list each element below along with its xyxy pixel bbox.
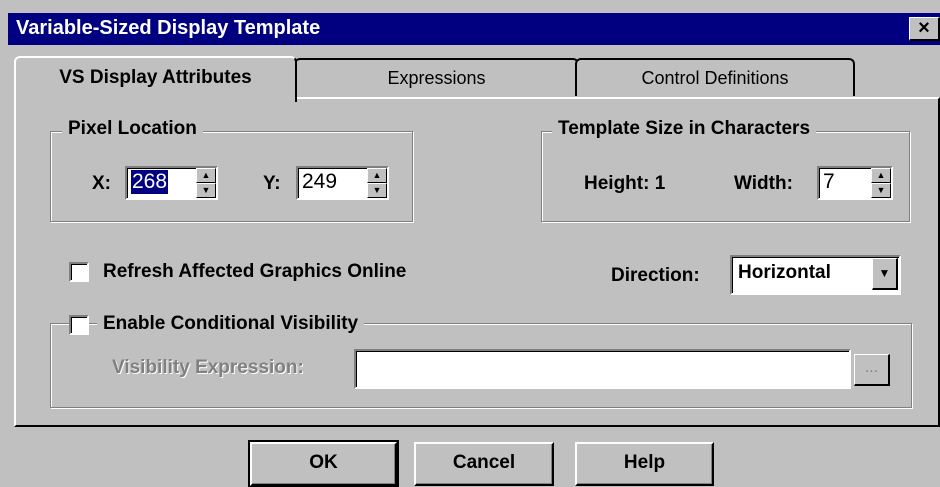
tab-vs-display-attributes[interactable]: VS Display Attributes [14, 56, 297, 102]
y-label: Y: [263, 173, 281, 194]
direction-select[interactable]: Horizontal ▼ [730, 255, 901, 295]
height-label: Height: 1 [584, 173, 666, 194]
y-value[interactable]: 249 [302, 170, 337, 194]
width-spinner[interactable]: 7 ▲ ▼ [817, 166, 893, 200]
y-up-arrow-icon[interactable]: ▲ [367, 168, 387, 183]
help-button[interactable]: Help [575, 442, 714, 486]
chevron-down-icon[interactable]: ▼ [872, 258, 898, 290]
visibility-checkbox[interactable] [69, 315, 89, 335]
visibility-checkbox-label[interactable]: Enable Conditional Visibility [97, 313, 365, 335]
direction-value[interactable]: Horizontal [738, 262, 831, 284]
width-down-arrow-icon[interactable]: ▼ [871, 183, 891, 198]
tab-expressions[interactable]: Expressions [294, 58, 579, 96]
tab-control-definitions[interactable]: Control Definitions [575, 58, 855, 96]
x-label: X: [92, 173, 111, 194]
x-value[interactable]: 268 [131, 170, 169, 194]
width-label: Width: [734, 173, 793, 194]
y-spinner[interactable]: 249 ▲ ▼ [296, 166, 389, 200]
ok-button[interactable]: OK [248, 440, 399, 487]
width-value[interactable]: 7 [823, 170, 835, 194]
direction-label: Direction: [611, 265, 700, 286]
x-spinner[interactable]: 268 ▲ ▼ [125, 166, 218, 200]
x-down-arrow-icon[interactable]: ▼ [196, 183, 216, 198]
cancel-button[interactable]: Cancel [414, 442, 554, 486]
pixel-location-title: Pixel Location [62, 118, 203, 140]
title-bar: Variable-Sized Display Template [8, 13, 940, 45]
template-size-title: Template Size in Characters [552, 118, 817, 140]
window-title: Variable-Sized Display Template [16, 17, 321, 39]
refresh-checkbox[interactable] [69, 262, 89, 282]
browse-button[interactable]: ... [854, 354, 890, 386]
y-down-arrow-icon[interactable]: ▼ [367, 183, 387, 198]
refresh-label[interactable]: Refresh Affected Graphics Online [103, 261, 406, 283]
close-button[interactable]: × [909, 17, 940, 41]
dialog-window: Variable-Sized Display Template × VS Dis… [0, 0, 940, 487]
width-up-arrow-icon[interactable]: ▲ [871, 168, 891, 183]
visibility-expression-label: Visibility Expression: [112, 357, 304, 378]
visibility-expression-field[interactable] [354, 349, 851, 389]
x-up-arrow-icon[interactable]: ▲ [196, 168, 216, 183]
